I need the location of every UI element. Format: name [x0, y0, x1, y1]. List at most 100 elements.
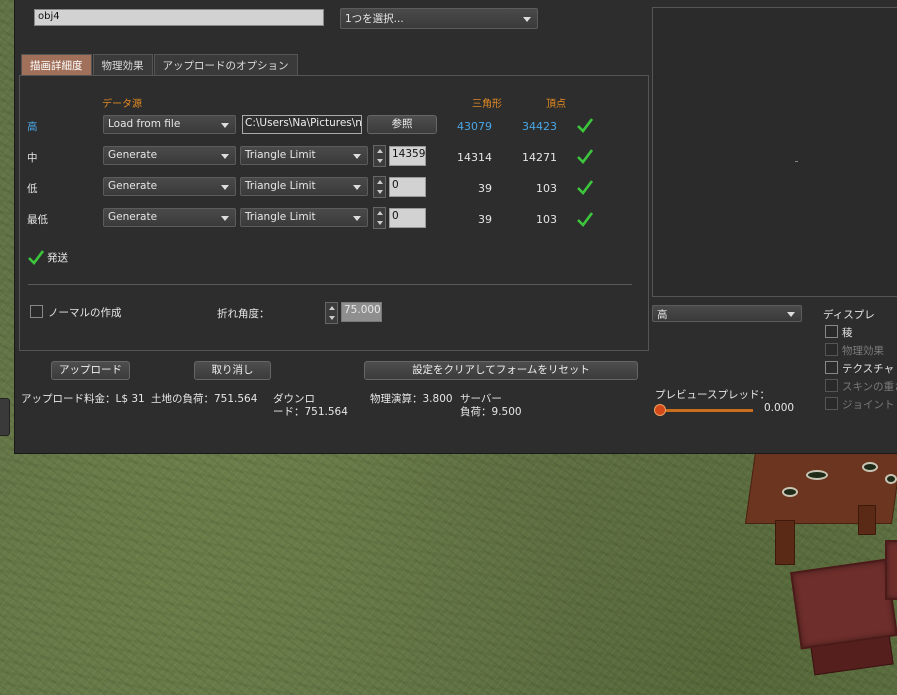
- cancel-button[interactable]: 取り消し: [194, 361, 271, 380]
- textures-checkbox[interactable]: [825, 361, 838, 374]
- chevron-down-icon: [221, 184, 229, 190]
- preview-lod-dropdown[interactable]: 高: [652, 305, 802, 322]
- mode-value: Triangle Limit: [245, 149, 316, 161]
- check-icon: [577, 149, 593, 164]
- generate-normals-label: ノーマルの作成: [48, 307, 122, 319]
- col-source-header: データ源: [102, 99, 142, 110]
- physics-weight: 物理演算：3.800: [370, 393, 453, 405]
- tab-physics[interactable]: 物理効果: [92, 54, 153, 76]
- mode-value: Triangle Limit: [245, 211, 316, 223]
- tab-bar: 描画詳細度 物理効果 アップロードのオプション: [21, 54, 299, 76]
- skin-weights-checkbox[interactable]: [825, 379, 838, 392]
- model-upload-floater: obj4 1つを選択... 描画詳細度 物理効果 アップロードのオプション デー…: [14, 0, 897, 454]
- chevron-down-icon: [787, 311, 795, 317]
- table-leg: [775, 520, 795, 565]
- lod-label-high: 高: [27, 121, 38, 133]
- source-value: Generate: [108, 211, 158, 223]
- crease-angle-spinner[interactable]: [325, 302, 338, 324]
- mode-dropdown-medium[interactable]: Triangle Limit: [240, 146, 368, 165]
- upload-fee: アップロード料金：L$ 31: [21, 393, 145, 405]
- check-icon: [577, 118, 593, 133]
- physics-label: 物理効果: [842, 345, 884, 357]
- triangles-lowest: 39: [478, 213, 492, 226]
- limit-spinner[interactable]: [373, 207, 386, 229]
- vertices-medium: 14271: [522, 151, 557, 164]
- limit-input-medium[interactable]: 14359: [389, 146, 426, 166]
- crease-angle-input[interactable]: 75.000: [341, 302, 382, 322]
- reset-form-button[interactable]: 設定をクリアしてフォームをリセット: [364, 361, 638, 380]
- preview-spread-handle[interactable]: [654, 404, 666, 416]
- limit-input-lowest[interactable]: 0: [389, 208, 426, 228]
- dish: [806, 470, 828, 480]
- source-value: Load from file: [108, 118, 181, 130]
- dish: [782, 487, 798, 497]
- physics-checkbox[interactable]: [825, 343, 838, 356]
- side-panel-handle[interactable]: [0, 398, 10, 436]
- preview-lod-value: 高: [657, 309, 668, 321]
- vertices-lowest: 103: [536, 213, 557, 226]
- chevron-down-icon: [221, 122, 229, 128]
- vertices-low: 103: [536, 182, 557, 195]
- col-vertices-header: 頂点: [546, 99, 566, 110]
- lod-panel: データ源 三角形 頂点 高 Load from file C:\Users\Na…: [19, 75, 649, 351]
- generate-normals-checkbox[interactable]: [30, 305, 43, 318]
- source-value: Generate: [108, 180, 158, 192]
- triangles-low: 39: [478, 182, 492, 195]
- chevron-down-icon: [353, 184, 361, 190]
- server-weight-line2: 負荷：9.500: [460, 406, 522, 418]
- limit-input-low[interactable]: 0: [389, 177, 426, 197]
- land-impact: 土地の負荷：751.564: [151, 393, 258, 405]
- joints-label: ジョイント: [842, 399, 895, 411]
- download-weight-line2: ード：751.564: [273, 406, 348, 418]
- source-dropdown-lowest[interactable]: Generate: [103, 208, 236, 227]
- textures-label: テクスチャ: [842, 363, 895, 375]
- preview-model: [795, 161, 798, 162]
- model-select-value: 1つを選択...: [345, 13, 404, 25]
- joints-checkbox[interactable]: [825, 397, 838, 410]
- edges-label: 稜: [842, 327, 853, 339]
- tab-upload-options[interactable]: アップロードのオプション: [153, 54, 298, 76]
- limit-spinner[interactable]: [373, 145, 386, 167]
- display-label: ディスプレ: [823, 309, 875, 321]
- triangles-medium: 14314: [457, 151, 492, 164]
- chevron-down-icon: [523, 16, 531, 22]
- file-path-field-high[interactable]: C:\Users\Na\Pictures\n: [242, 115, 362, 134]
- model-select-dropdown[interactable]: 1つを選択...: [340, 8, 538, 29]
- preview-spread-value: 0.000: [764, 402, 795, 414]
- preview-spread-label: プレビュースプレッド：: [655, 389, 770, 401]
- mode-value: Triangle Limit: [245, 180, 316, 192]
- mode-dropdown-low[interactable]: Triangle Limit: [240, 177, 368, 196]
- crease-angle-label: 折れ角度：: [217, 308, 270, 320]
- lod-label-low: 低: [27, 183, 38, 195]
- check-icon: [577, 212, 593, 227]
- skin-weights-label: スキンの重さ: [842, 381, 897, 393]
- col-triangles-header: 三角形: [472, 99, 502, 110]
- limit-spinner[interactable]: [373, 176, 386, 198]
- status-text: 発送: [47, 252, 68, 264]
- browse-button[interactable]: 参照: [367, 115, 437, 134]
- table-leg: [858, 505, 876, 535]
- upload-button[interactable]: アップロード: [51, 361, 130, 380]
- triangles-high: 43079: [457, 120, 492, 133]
- check-icon: [577, 180, 593, 195]
- source-dropdown-medium[interactable]: Generate: [103, 146, 236, 165]
- divider: [28, 284, 632, 285]
- vertices-high: 34423: [522, 120, 557, 133]
- model-preview-viewport[interactable]: [652, 7, 897, 297]
- dish: [885, 474, 897, 484]
- model-name-input[interactable]: obj4: [34, 9, 324, 26]
- edges-checkbox[interactable]: [825, 325, 838, 338]
- tab-lod[interactable]: 描画詳細度: [21, 54, 92, 76]
- status-check-icon: [28, 250, 44, 265]
- stool: [790, 558, 897, 650]
- mode-dropdown-lowest[interactable]: Triangle Limit: [240, 208, 368, 227]
- chevron-down-icon: [353, 153, 361, 159]
- chevron-down-icon: [353, 215, 361, 221]
- stool: [885, 540, 897, 600]
- preview-spread-track[interactable]: [659, 409, 753, 412]
- chevron-down-icon: [221, 215, 229, 221]
- source-value: Generate: [108, 149, 158, 161]
- source-dropdown-high[interactable]: Load from file: [103, 115, 236, 134]
- source-dropdown-low[interactable]: Generate: [103, 177, 236, 196]
- chevron-down-icon: [221, 153, 229, 159]
